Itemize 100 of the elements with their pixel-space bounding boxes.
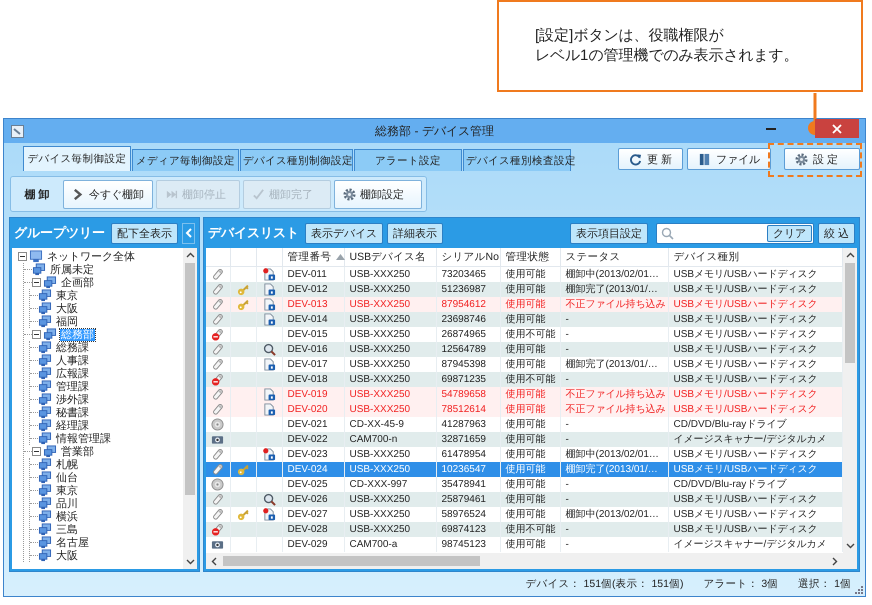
column-header[interactable]: USBデバイス名 (350, 250, 426, 264)
tree-item[interactable]: 情報管理課 (55, 432, 112, 444)
scroll-right-icon[interactable] (830, 556, 839, 566)
tree-item[interactable]: 大阪 (55, 550, 79, 562)
scroll-down-icon[interactable] (186, 557, 194, 566)
table-row[interactable]: DEV-019 USB-XXX250 54789658 使用可能 不正ファイル持ち込み USBメモリ/USBハードディスク (206, 387, 842, 402)
toolbar-label: 棚 卸 (23, 188, 51, 202)
search-field[interactable]: クリア (656, 222, 814, 244)
column-header[interactable]: 管理番号 (288, 250, 344, 264)
view-button[interactable]: 詳細表示 (387, 222, 443, 244)
tree-item[interactable]: 経理課 (55, 420, 90, 432)
scroll-up-icon[interactable] (846, 251, 854, 260)
tab[interactable]: デバイス種別制御設定 (240, 149, 353, 171)
tree-item[interactable]: 企画部 (60, 276, 95, 288)
collapse-panel-button[interactable] (182, 222, 195, 244)
network-group-icon (38, 341, 52, 354)
column-header[interactable]: シリアルNo (442, 250, 499, 264)
table-row[interactable]: DEV-016 USB-XXX250 12564789 使用可能 - USBメモリ/USBハードディスク (206, 342, 842, 357)
tree-item[interactable]: 管理課 (55, 380, 90, 392)
scroll-down-icon[interactable] (846, 541, 854, 550)
tree-item[interactable]: 所属未定 (49, 264, 95, 276)
table-row[interactable]: DEV-028 USB-XXX250 69874123 使用不可能 - USBメモリ/USBハードディスク (206, 522, 842, 537)
collapse-icon[interactable] (32, 330, 41, 339)
close-button[interactable] (815, 119, 859, 138)
filter-button[interactable]: 絞 込 (818, 222, 855, 244)
table-cell: DEV-022 (282, 432, 344, 447)
tab[interactable]: デバイス毎制御設定 (23, 146, 131, 171)
scroll-left-icon[interactable] (210, 556, 219, 566)
table-row[interactable]: DEV-022 CAM700-n 32871659 使用可能 - イメージスキャナー/デジタルカメ (206, 432, 842, 447)
settings-icon (795, 152, 808, 166)
settings-icon (343, 188, 356, 200)
table-cell: DEV-028 (282, 522, 344, 537)
collapse-icon[interactable] (18, 252, 27, 261)
collapse-icon[interactable] (32, 278, 41, 287)
table-row[interactable]: DEV-012 USB-XXX250 51236987 使用可能 棚卸完了(2013/01/… USBメモリ/USBハードディスク (206, 282, 842, 297)
network-group-icon (38, 536, 52, 549)
tree-item[interactable]: 横浜 (55, 510, 79, 522)
column-header[interactable]: 管理状態 (506, 250, 550, 264)
tree-item[interactable]: 総務課 (55, 342, 90, 354)
column-settings-button[interactable]: 表示項目設定 (570, 222, 648, 244)
blocked-usb-icon (211, 328, 224, 341)
table-row[interactable]: DEV-026 USB-XXX250 25879461 使用可能 - USBメモリ/USBハードディスク (206, 492, 842, 507)
network-group-icon (38, 458, 52, 471)
settings-button[interactable]: 設 定 (784, 148, 860, 170)
view-button[interactable]: 表示デバイス (305, 222, 383, 244)
tree-item[interactable]: 福岡 (55, 316, 79, 328)
tree-item[interactable]: 広報課 (55, 368, 90, 380)
horizontal-scrollbar[interactable] (206, 553, 857, 569)
table-cell: DEV-016 (282, 342, 344, 357)
toolbar-button[interactable]: 棚卸設定 (334, 180, 422, 208)
tree-item[interactable]: 秘書課 (55, 406, 90, 418)
network-group-icon (38, 289, 52, 302)
scroll-thumb[interactable] (223, 556, 480, 566)
network-group-icon (38, 406, 52, 419)
scroll-up-icon[interactable] (186, 251, 194, 260)
table-row[interactable]: DEV-029 CAM700-a 98745123 使用可能 - イメージスキャナー/デジタルカメ (206, 537, 842, 552)
tree-item[interactable]: ネットワーク全体 (46, 250, 136, 262)
file-button[interactable]: ファイル (687, 148, 771, 170)
table-row[interactable]: DEV-018 USB-XXX250 69871235 使用不可能 - USBメモリ/USBハードディスク (206, 372, 842, 387)
tree-item[interactable]: 品川 (55, 498, 79, 510)
tree-item[interactable]: 札幌 (55, 458, 79, 470)
network-group-icon (38, 497, 52, 510)
tree-item[interactable]: 大阪 (55, 302, 79, 314)
tree-item[interactable]: 営業部 (60, 446, 95, 458)
disc-icon (211, 478, 224, 491)
status-text: デバイス： 151個(表示： 151個) (526, 577, 684, 591)
table-cell: 78512614 (436, 402, 500, 417)
show-all-button[interactable]: 配下全表示 (111, 222, 178, 244)
tree-item[interactable]: 仙台 (55, 472, 79, 484)
table-row[interactable]: DEV-020 USB-XXX250 78512614 使用可能 不正ファイル持ち込み USBメモリ/USBハードディスク (206, 402, 842, 417)
chevron-left-icon (185, 228, 192, 238)
toolbar-button[interactable]: 今すぐ棚卸 (63, 180, 153, 208)
column-header[interactable]: ステータス (566, 250, 620, 264)
scrollbar[interactable] (843, 248, 857, 553)
scrollbar[interactable] (183, 248, 197, 569)
table-cell: 使用可能 (500, 402, 560, 417)
tree-item[interactable]: 東京 (55, 484, 79, 496)
tree-item[interactable]: 東京 (55, 290, 79, 302)
table-cell: 使用可能 (500, 537, 560, 552)
column-header[interactable]: デバイス種別 (674, 250, 740, 264)
refresh-button[interactable]: 更 新 (618, 148, 683, 170)
disc-icon (211, 418, 224, 431)
collapse-icon[interactable] (32, 447, 41, 456)
table-row[interactable]: DEV-014 USB-XXX250 23698746 使用可能 - USBメモリ/USBハードディスク (206, 312, 842, 327)
table-cell: 使用不可能 (500, 522, 560, 537)
table-cell: DEV-026 (282, 492, 344, 507)
tree-item[interactable]: 名古屋 (55, 536, 90, 548)
table-row[interactable]: DEV-013 USB-XXX250 87954612 使用可能 不正ファイル持ち込み USBメモリ/USBハードディスク (206, 297, 842, 312)
scroll-thumb[interactable] (185, 263, 195, 495)
clear-button[interactable]: クリア (766, 224, 812, 242)
tree-item[interactable]: 三島 (55, 524, 79, 536)
tab[interactable]: アラート設定 (354, 149, 462, 171)
tab[interactable]: メディア毎制御設定 (132, 149, 239, 171)
scroll-thumb[interactable] (845, 263, 855, 363)
network-group-icon (43, 445, 57, 458)
table-cell: DEV-024 (282, 462, 344, 477)
computer-icon (29, 250, 43, 263)
tree-item[interactable]: 渉外課 (55, 394, 90, 406)
tree-item[interactable]: 人事課 (55, 354, 90, 366)
callout-text: レベル1の管理機でのみ表示されます。 (535, 46, 798, 66)
